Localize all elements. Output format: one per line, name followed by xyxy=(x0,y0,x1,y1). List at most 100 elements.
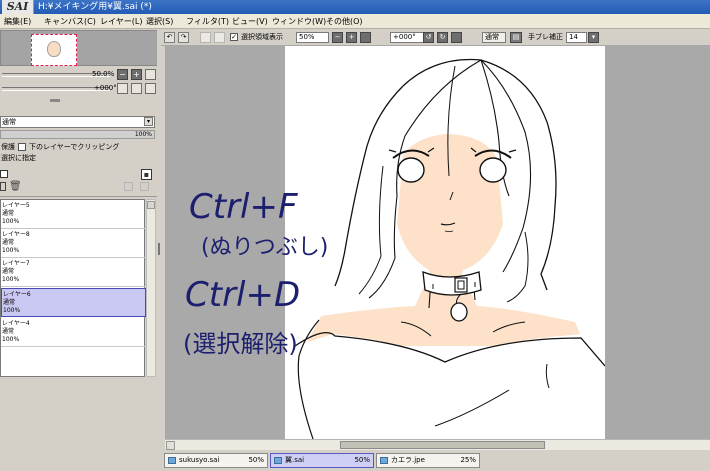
trash-icon[interactable]: 🗑 xyxy=(9,182,22,192)
new-layer-set-icon[interactable] xyxy=(0,170,8,178)
zoom-out-button[interactable]: − xyxy=(117,69,128,80)
rotate-left-icon[interactable]: ↺ xyxy=(423,32,434,43)
layer-option-button[interactable]: ▪ xyxy=(141,169,152,180)
note-line-2: (ぬりつぶし) xyxy=(201,235,328,260)
layer-item-5[interactable]: レイヤー5 通常 100% xyxy=(1,200,146,229)
file-icon xyxy=(380,457,388,464)
layer-mode: 通常 xyxy=(2,210,15,217)
layer-name: レイヤー5 xyxy=(2,202,30,209)
layer-opacity: 100% xyxy=(2,218,20,225)
navigator-thumbnail[interactable] xyxy=(31,34,77,66)
nav-zoom-value: 50.0% xyxy=(92,70,115,78)
chevron-down-icon[interactable]: ▾ xyxy=(588,32,599,43)
handwritten-notes: Ctrl+F (ぬりつぶし) Ctrl+D (選択解除) xyxy=(183,187,328,358)
rotate-right-button[interactable] xyxy=(131,83,142,94)
layer-item-8[interactable]: レイヤー8 通常 100% xyxy=(1,229,146,258)
clipping-label: 下のレイヤーでクリッピング xyxy=(29,143,120,151)
layer-name: レイヤー6 xyxy=(3,291,31,298)
specify-label: 選択に指定 xyxy=(1,154,36,162)
flip-horizontal-icon[interactable]: ▤ xyxy=(510,32,522,43)
selection-display-label: 選択領域表示 xyxy=(241,33,283,41)
copy-layer-icon[interactable] xyxy=(0,182,6,191)
choker-buckle xyxy=(454,277,468,293)
tab-filename: カエラ.jpe xyxy=(391,456,425,464)
rotate-reset-icon[interactable] xyxy=(451,32,462,43)
undo-icon[interactable]: ↶ xyxy=(164,32,175,43)
layer-opacity: 100% xyxy=(3,307,21,314)
layer-name: レイヤー8 xyxy=(2,231,30,238)
blend-mode-select[interactable]: 通常 ▾ xyxy=(0,116,155,128)
panel-splitter[interactable] xyxy=(157,30,161,471)
merge-down-icon[interactable] xyxy=(124,182,133,191)
file-icon xyxy=(274,457,282,464)
zoom-in-icon[interactable]: + xyxy=(346,32,357,43)
menu-filter[interactable]: フィルタ(T) xyxy=(186,16,229,27)
layer-scrollbar[interactable] xyxy=(146,199,156,377)
panel-grip[interactable] xyxy=(50,99,60,102)
menu-edit[interactable]: 編集(E) xyxy=(4,16,31,27)
menu-other[interactable]: その他(O) xyxy=(326,16,363,27)
tab-filename: 翼.sai xyxy=(285,456,305,464)
nav-rotate-row: +000° xyxy=(0,83,158,94)
menu-select[interactable]: 選択(S) xyxy=(146,16,173,27)
layer-opacity: 100% xyxy=(2,247,20,254)
redo-icon[interactable]: ↷ xyxy=(178,32,189,43)
nav-rotate-value: +000° xyxy=(94,84,117,92)
invert-selection-icon[interactable] xyxy=(214,32,225,43)
opacity-bar[interactable]: 100% xyxy=(0,130,155,139)
opacity-value: 100% xyxy=(134,131,152,138)
menu-window[interactable]: ウィンドウ(W) xyxy=(272,16,326,27)
zoom-reset-button[interactable] xyxy=(145,69,156,80)
note-line-1: Ctrl+F xyxy=(189,187,298,227)
zoom-out-icon[interactable]: − xyxy=(332,32,343,43)
canvas-hscrollbar[interactable] xyxy=(165,439,710,450)
layer-name: レイヤー4 xyxy=(2,320,30,327)
hscroll-thumb[interactable] xyxy=(340,441,545,449)
sai-window: SAI H:¥メイキング用¥翼.sai (*) 編集(E) キャンバス(C) レ… xyxy=(0,0,710,471)
tab-tsubasa[interactable]: 翼.sai 50% xyxy=(270,453,374,468)
layer-mode: 通常 xyxy=(2,268,15,275)
menu-bar: 編集(E) キャンバス(C) レイヤー(L) 選択(S) フィルタ(T) ビュー… xyxy=(0,14,710,29)
layer-opacity: 100% xyxy=(2,276,20,283)
zoom-in-button[interactable]: + xyxy=(131,69,142,80)
scroll-up-button[interactable] xyxy=(147,201,155,209)
selection-display-checkbox[interactable]: ✓ xyxy=(230,33,238,41)
note-line-3: Ctrl+D xyxy=(185,275,300,315)
zoom-select[interactable]: 50% xyxy=(296,32,329,43)
menu-canvas[interactable]: キャンバス(C) xyxy=(44,16,96,27)
blend-button[interactable]: 通常 xyxy=(482,32,506,43)
stabilizer-label: 手ブレ補正 xyxy=(528,33,563,41)
stabilizer-select[interactable]: 14 xyxy=(566,32,587,43)
layer-item-6[interactable]: レイヤー6 通常 100% xyxy=(1,288,146,317)
file-icon xyxy=(168,457,176,464)
canvas-area[interactable]: Ctrl+F (ぬりつぶし) Ctrl+D (選択解除) xyxy=(165,46,710,439)
left-panel: 50.0% − + +000° 通常 ▾ 100% 保護 下のレイヤーでクリッピ… xyxy=(0,30,161,471)
rotate-reset-button[interactable] xyxy=(145,83,156,94)
layer-item-4[interactable]: レイヤー4 通常 100% xyxy=(1,318,146,347)
window-title: H:¥メイキング用¥翼.sai (*) xyxy=(38,2,152,12)
tab-sukusyo[interactable]: sukusyo.sai 50% xyxy=(164,453,268,468)
rotation-field[interactable]: +000° xyxy=(390,32,424,43)
menu-layer[interactable]: レイヤー(L) xyxy=(100,16,142,27)
rotation-value: +000° xyxy=(393,33,416,41)
merge-visible-icon[interactable] xyxy=(140,182,149,191)
tab-kaera[interactable]: カエラ.jpe 25% xyxy=(376,453,480,468)
layer-opacity: 100% xyxy=(2,336,20,343)
menu-view[interactable]: ビュー(V) xyxy=(232,16,268,27)
thumbnail-figure xyxy=(47,41,61,57)
protect-label: 保護 xyxy=(1,143,15,151)
tab-zoom: 25% xyxy=(460,456,476,464)
layer-divider xyxy=(0,194,157,197)
rotate-right-icon[interactable]: ↻ xyxy=(437,32,448,43)
deselect-icon[interactable] xyxy=(200,32,211,43)
clipping-checkbox[interactable] xyxy=(18,143,26,151)
face-fill xyxy=(397,134,503,278)
chevron-down-icon[interactable]: ▾ xyxy=(144,117,153,126)
navigator-panel[interactable] xyxy=(0,30,158,66)
rotate-left-button[interactable] xyxy=(117,83,128,94)
blend-mode-value: 通常 xyxy=(2,118,16,126)
layer-item-7[interactable]: レイヤー7 通常 100% xyxy=(1,258,146,287)
scroll-left-button[interactable] xyxy=(166,441,175,450)
zoom-reset-icon[interactable] xyxy=(360,32,371,43)
protect-row: 保護 下のレイヤーでクリッピング xyxy=(0,142,158,153)
